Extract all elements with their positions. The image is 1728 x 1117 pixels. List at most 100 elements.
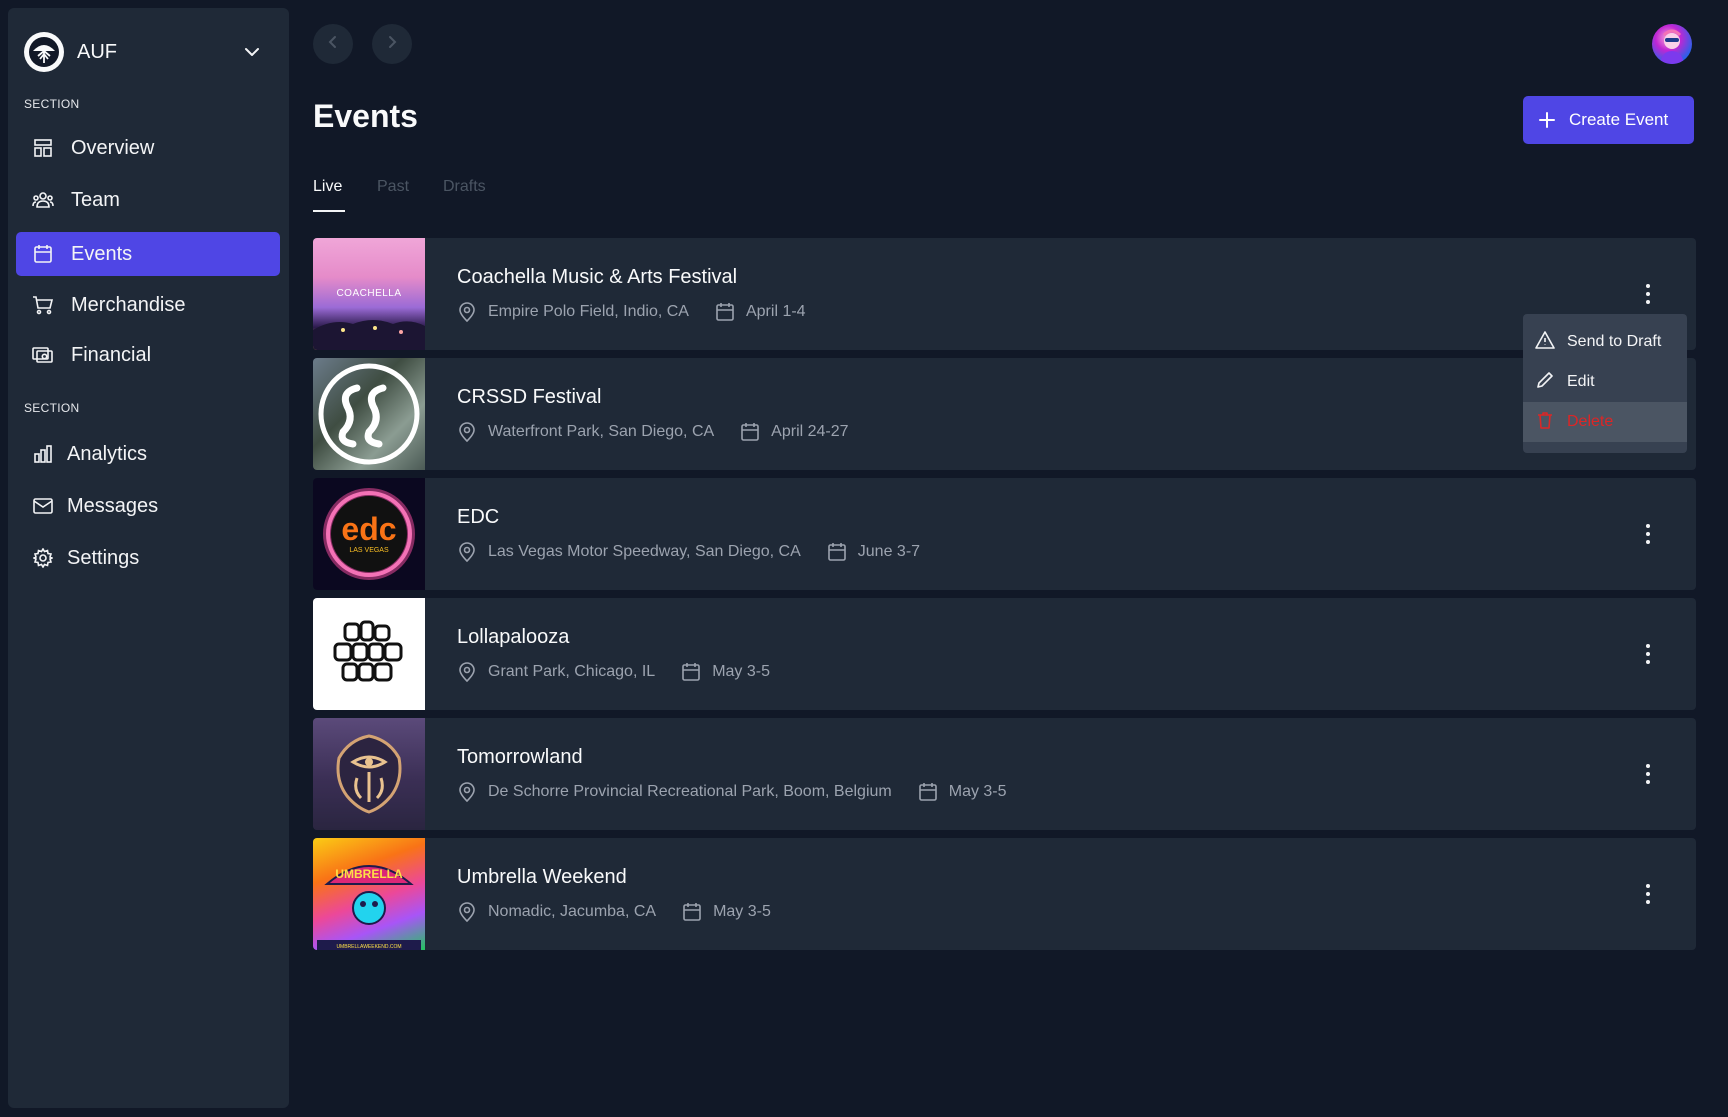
event-date: May 3-5 [713, 903, 771, 920]
calendar-icon [681, 662, 701, 682]
chart-bar-icon [32, 443, 54, 465]
sidebar-item-overview[interactable]: Overview [16, 126, 280, 170]
calendar-icon [918, 782, 938, 802]
event-meta: Waterfront Park, San Diego, CA April 24-… [457, 422, 849, 442]
chevron-left-icon [325, 34, 341, 55]
sidebar-item-analytics[interactable]: Analytics [16, 432, 280, 476]
event-location: Empire Polo Field, Indio, CA [488, 303, 689, 320]
event-row[interactable]: UMBRELLA UMBRELLAWEEKEND.COM Umbrella We… [313, 838, 1696, 950]
gear-icon [32, 547, 54, 569]
event-meta: Empire Polo Field, Indio, CA April 1-4 [457, 302, 806, 322]
event-date: May 3-5 [948, 783, 1007, 800]
user-avatar[interactable] [1652, 24, 1692, 64]
event-row[interactable]: edc LAS VEGAS EDC Las Vegas Motor Speedw… [313, 478, 1696, 590]
calendar-icon [682, 902, 702, 922]
calendar-icon [827, 542, 847, 562]
sidebar-item-label: Overview [71, 136, 155, 159]
sidebar-item-settings[interactable]: Settings [16, 536, 280, 580]
tab-live[interactable]: Live [313, 178, 342, 196]
event-name: Umbrella Weekend [457, 866, 627, 888]
event-location: Grant Park, Chicago, IL [488, 663, 656, 680]
location-pin-icon [457, 662, 477, 682]
create-event-label: Create Event [1569, 110, 1669, 129]
calendar-icon [740, 422, 760, 442]
event-row[interactable]: Lollapalooza Grant Park, Chicago, IL May… [313, 598, 1696, 710]
plus-icon [1539, 112, 1555, 128]
back-button[interactable] [313, 24, 353, 64]
event-row[interactable]: CRSSD Festival Waterfront Park, San Dieg… [313, 358, 1696, 470]
sidebar-item-merchandise[interactable]: Merchandise [16, 283, 280, 327]
pencil-icon [1535, 370, 1555, 395]
section-label: SECTION [24, 401, 80, 415]
event-name: Lollapalooza [457, 626, 570, 648]
event-date: April 24-27 [771, 423, 849, 440]
create-event-button[interactable]: Create Event [1523, 96, 1694, 144]
warning-icon [1535, 330, 1555, 355]
sidebar-item-label: Settings [67, 546, 140, 569]
active-tab-indicator [313, 210, 345, 212]
sidebar-item-events[interactable]: Events [16, 232, 280, 276]
event-name: EDC [457, 506, 500, 528]
event-location: De Schorre Provincial Recreational Park,… [488, 783, 892, 800]
tab-drafts[interactable]: Drafts [443, 178, 486, 196]
more-options-icon[interactable] [1644, 760, 1652, 788]
sidebar-item-label: Merchandise [71, 293, 186, 316]
page-title: Events [313, 98, 418, 134]
org-switcher[interactable]: AUF [24, 22, 274, 82]
menu-item-label: Send to Draft [1567, 333, 1662, 350]
more-options-icon[interactable] [1644, 640, 1652, 668]
sidebar-item-label: Analytics [67, 442, 148, 465]
location-pin-icon [457, 902, 477, 922]
more-options-icon[interactable] [1644, 880, 1652, 908]
tab-past[interactable]: Past [377, 178, 409, 196]
sidebar-item-team[interactable]: Team [16, 178, 280, 222]
sidebar-item-financial[interactable]: Financial [16, 333, 280, 377]
event-date: June 3-7 [857, 543, 921, 560]
event-date: May 3-5 [712, 663, 770, 680]
event-location: Nomadic, Jacumba, CA [488, 903, 657, 920]
calendar-icon [32, 243, 54, 265]
event-location: Waterfront Park, San Diego, CA [488, 423, 715, 440]
team-icon [32, 189, 54, 211]
cash-icon [32, 344, 54, 366]
location-pin-icon [457, 542, 477, 562]
event-meta: De Schorre Provincial Recreational Park,… [457, 782, 1007, 802]
sidebar-item-label: Messages [67, 494, 159, 517]
event-meta: Grant Park, Chicago, IL May 3-5 [457, 662, 770, 682]
event-thumbnail: edc LAS VEGAS [313, 478, 425, 590]
chevron-right-icon [384, 34, 400, 55]
event-thumbnail [313, 358, 425, 470]
org-logo [24, 32, 64, 72]
cart-icon [32, 294, 54, 316]
event-logo-text: COACHELLA [336, 288, 401, 299]
event-row[interactable]: COACHELLA Coachella Music & Arts Festiva… [313, 238, 1696, 350]
event-thumbnail [313, 598, 425, 710]
forward-button[interactable] [372, 24, 412, 64]
menu-item-edit[interactable]: Edit [1523, 362, 1687, 402]
sidebar-item-label: Team [71, 188, 120, 211]
menu-item-delete[interactable]: Delete [1523, 402, 1687, 442]
menu-item-label: Edit [1567, 373, 1595, 390]
location-pin-icon [457, 422, 477, 442]
event-logo-subtext: UMBRELLAWEEKEND.COM [336, 944, 401, 950]
event-thumbnail: UMBRELLA UMBRELLAWEEKEND.COM [313, 838, 425, 950]
event-name: CRSSD Festival [457, 386, 602, 408]
event-row[interactable]: Tomorrowland De Schorre Provincial Recre… [313, 718, 1696, 830]
event-logo-text: UMBRELLA [335, 867, 403, 881]
location-pin-icon [457, 302, 477, 322]
chevron-down-icon [242, 42, 262, 67]
event-thumbnail [313, 718, 425, 830]
sidebar-item-messages[interactable]: Messages [16, 484, 280, 528]
org-name: AUF [77, 40, 117, 63]
event-meta: Las Vegas Motor Speedway, San Diego, CA … [457, 542, 920, 562]
location-pin-icon [457, 782, 477, 802]
event-name: Tomorrowland [457, 746, 583, 768]
envelope-icon [32, 495, 54, 517]
sidebar: AUF SECTION Overview Team Events Merchan… [8, 8, 289, 1108]
layout-icon [32, 137, 54, 159]
menu-item-send-to-draft[interactable]: Send to Draft [1523, 322, 1687, 362]
sidebar-item-label: Events [71, 242, 133, 265]
more-options-icon[interactable] [1644, 280, 1652, 308]
more-options-icon[interactable] [1644, 520, 1652, 548]
event-logo-subtext: LAS VEGAS [349, 547, 389, 554]
